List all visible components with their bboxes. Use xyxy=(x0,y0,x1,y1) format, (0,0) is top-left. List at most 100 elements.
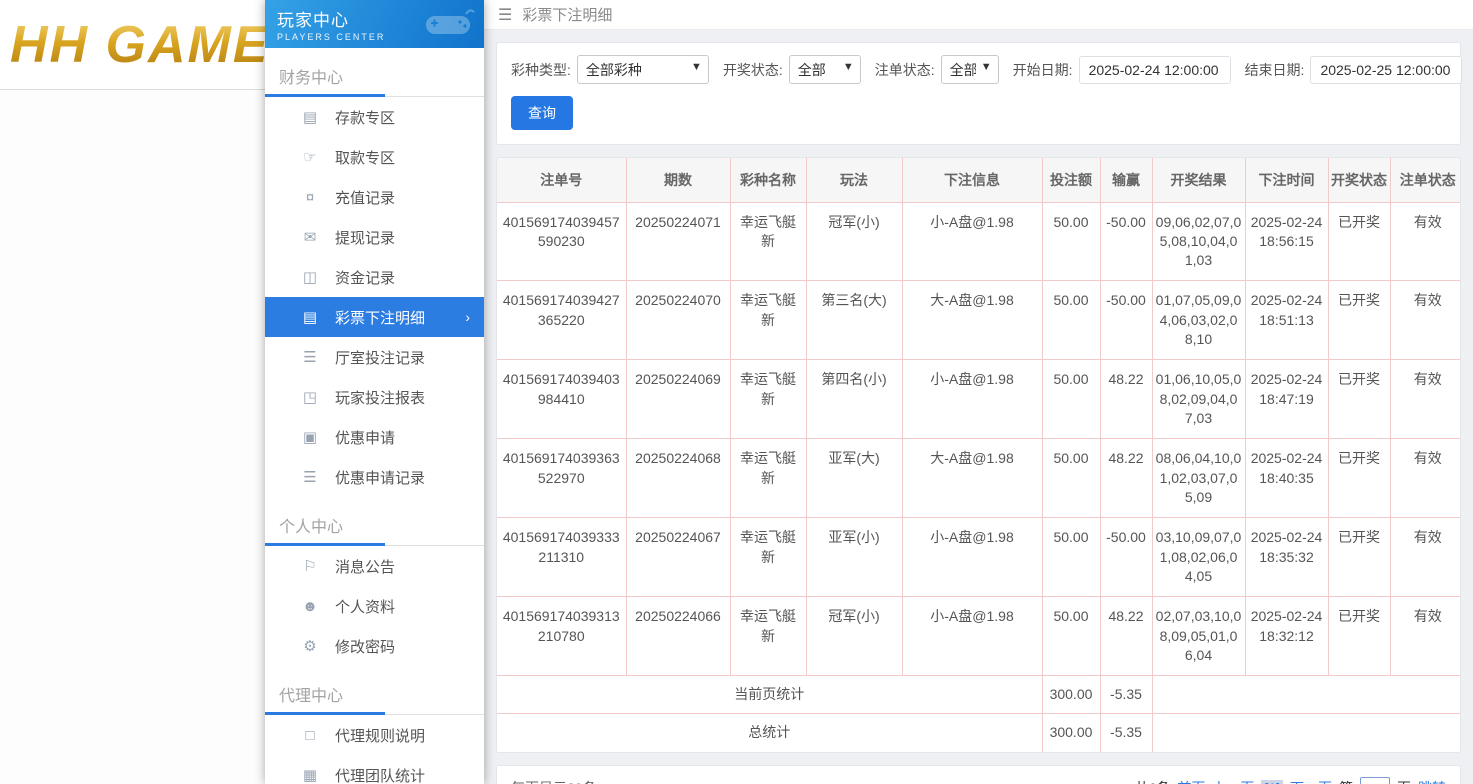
column-header: 下注时间 xyxy=(1245,158,1328,202)
sidebar-item[interactable]: ▣优惠申请 xyxy=(265,417,484,457)
table-cell: 2025-02-24 18:47:19 xyxy=(1245,360,1328,439)
table-cell: 20250224068 xyxy=(626,439,730,518)
table-cell: 有效 xyxy=(1390,439,1461,518)
sidebar-item[interactable]: ✉提现记录 xyxy=(265,217,484,257)
sidebar-item-label: 修改密码 xyxy=(335,636,395,657)
sidebar-item[interactable]: ☰厅室投注记录 xyxy=(265,337,484,377)
table-cell: 有效 xyxy=(1390,281,1461,360)
order-status-label: 注单状态: xyxy=(875,60,935,80)
table-cell: 2025-02-24 18:40:35 xyxy=(1245,439,1328,518)
table-cell: 01,07,05,09,04,06,03,02,08,10 xyxy=(1152,281,1245,360)
sidebar-item-label: 提现记录 xyxy=(335,227,395,248)
table-row: 40156917403933321131020250224067幸运飞艇新亚军(… xyxy=(497,518,1461,597)
table-cell: 已开奖 xyxy=(1328,202,1390,281)
summary-label: 总统计 xyxy=(497,714,1042,752)
column-header: 输赢 xyxy=(1100,158,1152,202)
sidebar-item[interactable]: ▦代理团队统计 xyxy=(265,755,484,784)
next-page-link[interactable]: 下一页 xyxy=(1290,778,1332,784)
recharge-moneybag-icon: ¤ xyxy=(301,189,319,206)
start-date-input[interactable] xyxy=(1079,56,1231,84)
jump-page-input[interactable] xyxy=(1360,777,1390,784)
table-cell: 50.00 xyxy=(1042,518,1100,597)
chevron-right-icon: › xyxy=(465,309,470,325)
total-count: 共6条 xyxy=(1135,778,1171,784)
table-cell: 08,06,04,10,01,02,03,07,05,09 xyxy=(1152,439,1245,518)
jump-prefix: 第 xyxy=(1339,778,1353,784)
pagination-bar: 每页显示20条 共6条 首页 上一页 [1] 下一页 第 页 跳转 xyxy=(496,765,1461,784)
sidebar-item[interactable]: ⚐消息公告 xyxy=(265,546,484,586)
table-cell: 50.00 xyxy=(1042,439,1100,518)
table-cell: 小-A盘@1.98 xyxy=(902,597,1042,676)
sidebar-item-label: 玩家投注报表 xyxy=(335,387,425,408)
jump-button[interactable]: 跳转 xyxy=(1418,778,1446,784)
sidebar-item[interactable]: ☰优惠申请记录 xyxy=(265,457,484,497)
sidebar-item[interactable]: ☞ 取款专区 xyxy=(265,137,484,177)
draw-status-select[interactable]: 全部 xyxy=(789,55,861,84)
table-cell: 20250224066 xyxy=(626,597,730,676)
table-row: 40156917403945759023020250224071幸运飞艇新冠军(… xyxy=(497,202,1461,281)
sidebar-item[interactable]: ▤彩票下注明细› xyxy=(265,297,484,337)
table-cell: 有效 xyxy=(1390,597,1461,676)
topbar: ☰ 彩票下注明细 xyxy=(484,0,1473,30)
table-cell: 09,06,02,07,05,08,10,04,01,03 xyxy=(1152,202,1245,281)
sidebar-item[interactable]: ¤充值记录 xyxy=(265,177,484,217)
sidebar-item[interactable]: ◳ 玩家投注报表 xyxy=(265,377,484,417)
sidebar-item[interactable]: ⚙修改密码 xyxy=(265,626,484,666)
table-cell: 已开奖 xyxy=(1328,518,1390,597)
table-cell: 幸运飞艇新 xyxy=(730,281,806,360)
gamepad-icon xyxy=(420,6,476,42)
logo-column-filler xyxy=(0,90,265,784)
content: 彩种类型: 全部彩种 ▼ 开奖状态: 全部 ▼ 注单状态: 全部 ▼ xyxy=(484,30,1473,784)
order-status-select[interactable]: 全部 xyxy=(941,55,999,84)
sidebar-item[interactable]: ◫ 资金记录 xyxy=(265,257,484,297)
table-cell: 2025-02-24 18:32:12 xyxy=(1245,597,1328,676)
sidebar-item-label: 优惠申请 xyxy=(335,427,395,448)
table-cell: 小-A盘@1.98 xyxy=(902,518,1042,597)
sidebar-item-label: 代理团队统计 xyxy=(335,765,425,784)
table-cell: 02,07,03,10,08,09,05,01,06,04 xyxy=(1152,597,1245,676)
summary-blank xyxy=(1152,714,1461,752)
table-cell: 03,10,09,07,01,08,02,06,04,05 xyxy=(1152,518,1245,597)
funds-record-icon: ◫ xyxy=(301,268,319,286)
sidebar-item-label: 存款专区 xyxy=(335,107,395,128)
table-row: 40156917403936352297020250224068幸运飞艇新亚军(… xyxy=(497,439,1461,518)
column-header: 开奖结果 xyxy=(1152,158,1245,202)
jump-suffix: 页 xyxy=(1397,778,1411,784)
table-cell: 2025-02-24 18:35:32 xyxy=(1245,518,1328,597)
table-cell: 401569174039333211310 xyxy=(497,518,626,597)
sidebar-item-label: 资金记录 xyxy=(335,267,395,288)
hamburger-menu-icon[interactable]: ☰ xyxy=(498,5,512,25)
sidebar-item-label: 消息公告 xyxy=(335,556,395,577)
summary-win-loss: -5.35 xyxy=(1100,714,1152,752)
logo-column: HH GAME xyxy=(0,0,265,784)
table-cell: 01,06,10,05,08,02,09,04,07,03 xyxy=(1152,360,1245,439)
table-cell: 冠军(小) xyxy=(806,597,902,676)
sidebar-item[interactable]: □代理规则说明 xyxy=(265,715,484,755)
table-cell: -50.00 xyxy=(1100,518,1152,597)
table-cell: 大-A盘@1.98 xyxy=(902,281,1042,360)
lottery-type-select[interactable]: 全部彩种 xyxy=(577,55,709,84)
table-cell: 50.00 xyxy=(1042,202,1100,281)
summary-bet-total: 300.00 xyxy=(1042,676,1100,714)
sidebar-item[interactable]: ☻个人资料 xyxy=(265,586,484,626)
sidebar-item[interactable]: ▤存款专区 xyxy=(265,97,484,137)
table-cell: 50.00 xyxy=(1042,597,1100,676)
sidebar-section-title: 个人中心 xyxy=(265,497,484,545)
sidebar-item-label: 取款专区 xyxy=(335,147,395,168)
table-cell: 48.22 xyxy=(1100,439,1152,518)
prev-page-link[interactable]: 上一页 xyxy=(1212,778,1254,784)
table-cell: 第三名(大) xyxy=(806,281,902,360)
query-button[interactable]: 查询 xyxy=(511,96,573,130)
app-root: HH GAME 玩家中心 PLAYERS CENTER 财务中心▤存款专区☞取款… xyxy=(0,0,1473,784)
table-row: 40156917403940398441020250224069幸运飞艇新第四名… xyxy=(497,360,1461,439)
withdraw-hand-icon: ☞ xyxy=(301,148,319,166)
player-bet-report-icon: ◳ xyxy=(301,388,319,406)
table-cell: 已开奖 xyxy=(1328,360,1390,439)
table-cell: 2025-02-24 18:51:13 xyxy=(1245,281,1328,360)
end-date-input[interactable] xyxy=(1310,56,1462,84)
sidebar-header: 玩家中心 PLAYERS CENTER xyxy=(265,0,484,48)
first-page-link[interactable]: 首页 xyxy=(1177,778,1205,784)
table-cell: 20250224070 xyxy=(626,281,730,360)
lottery-bet-detail-icon: ▤ xyxy=(301,308,319,326)
filter-panel: 彩种类型: 全部彩种 ▼ 开奖状态: 全部 ▼ 注单状态: 全部 ▼ xyxy=(496,42,1461,145)
